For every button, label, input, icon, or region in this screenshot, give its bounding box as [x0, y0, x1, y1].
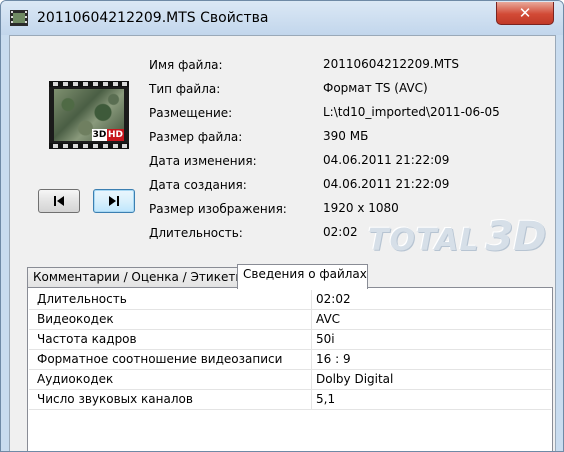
tab-comments-rating-tags[interactable]: Комментарии / Оценка / Этикетки [27, 267, 250, 287]
logo-text-3d: 3D [485, 214, 547, 260]
info-row[interactable]: Длительность 02:02 [29, 290, 551, 310]
info-key: Видеокодек [37, 312, 114, 326]
detail-value-created: 04.06.2011 21:22:09 [323, 177, 450, 191]
info-value: 02:02 [316, 292, 351, 306]
info-key: Число звуковых каналов [37, 392, 193, 406]
info-value: AVC [316, 312, 341, 326]
skip-previous-icon [54, 196, 64, 206]
file-details-panel: Длительность 02:02 Видеокодек AVC Частот… [27, 288, 553, 451]
detail-label-created: Дата создания: [149, 178, 247, 192]
column-separator [311, 390, 312, 409]
next-button[interactable] [93, 189, 135, 213]
info-row[interactable]: Число звуковых каналов 5,1 [29, 390, 551, 410]
column-separator [311, 350, 312, 369]
detail-label-filesize: Размер файла: [149, 130, 243, 144]
info-row[interactable]: Видеокодек AVC [29, 310, 551, 330]
skip-next-icon [109, 196, 119, 206]
detail-value-modified: 04.06.2011 21:22:09 [323, 153, 450, 167]
column-separator [311, 290, 312, 309]
info-row[interactable]: Аудиокодек Dolby Digital [29, 370, 551, 390]
column-separator [311, 370, 312, 389]
info-value: Dolby Digital [316, 372, 394, 386]
info-row[interactable]: Форматное соотношение видеозаписи 16 : 9 [29, 350, 551, 370]
info-key: Аудиокодек [37, 372, 114, 386]
detail-value-location: L:\td10_imported\2011-06-05 [323, 105, 500, 119]
previous-button[interactable] [38, 189, 80, 213]
detail-label-location: Размещение: [149, 106, 233, 120]
column-separator [311, 330, 312, 349]
info-key: Длительность [37, 292, 127, 306]
close-icon: ✕ [518, 4, 532, 22]
detail-label-modified: Дата изменения: [149, 154, 257, 168]
film-strip-bottom [49, 143, 129, 149]
dialog-body: 3D HD Имя файла: 20110604212209.MTS Тип … [9, 35, 556, 451]
detail-value-duration: 02:02 [323, 225, 358, 239]
window-title: 20110604212209.MTS Свойства [37, 10, 269, 26]
detail-value-resolution: 1920 x 1080 [323, 201, 399, 215]
tab-file-details[interactable]: Сведения о файлах [237, 264, 368, 289]
column-separator [311, 310, 312, 329]
logo-text-total: TOTAL [368, 223, 480, 258]
detail-value-filetype: Формат TS (AVC) [323, 81, 428, 95]
badge-hd: HD [107, 129, 124, 141]
info-value: 5,1 [316, 392, 336, 406]
close-button[interactable]: ✕ [496, 2, 554, 25]
thumbnail-image: 3D HD [54, 89, 124, 141]
detail-label-resolution: Размер изображения: [149, 202, 287, 216]
tab-label: Сведения о файлах [243, 267, 367, 281]
info-key: Частота кадров [37, 332, 137, 346]
title-bar[interactable]: 20110604212209.MTS Свойства ✕ [1, 1, 563, 35]
detail-value-filename: 20110604212209.MTS [323, 57, 460, 71]
detail-label-duration: Длительность: [149, 226, 243, 240]
detail-value-filesize: 390 МБ [323, 129, 369, 143]
info-row[interactable]: Частота кадров 50i [29, 330, 551, 350]
detail-label-filetype: Тип файла: [149, 82, 221, 96]
film-strip-top [49, 81, 129, 87]
info-value: 16 : 9 [316, 352, 351, 366]
info-key: Форматное соотношение видеозаписи [37, 352, 283, 366]
total3d-logo: TOTAL 3D [368, 214, 546, 260]
properties-window: 20110604212209.MTS Свойства ✕ 3D HD Имя … [0, 0, 564, 452]
video-thumbnail: 3D HD [49, 81, 129, 149]
detail-label-filename: Имя файла: [149, 58, 223, 72]
badge-3d: 3D [92, 129, 107, 141]
film-file-icon [10, 10, 28, 26]
tab-label: Комментарии / Оценка / Этикетки [33, 270, 251, 284]
info-value: 50i [316, 332, 335, 346]
